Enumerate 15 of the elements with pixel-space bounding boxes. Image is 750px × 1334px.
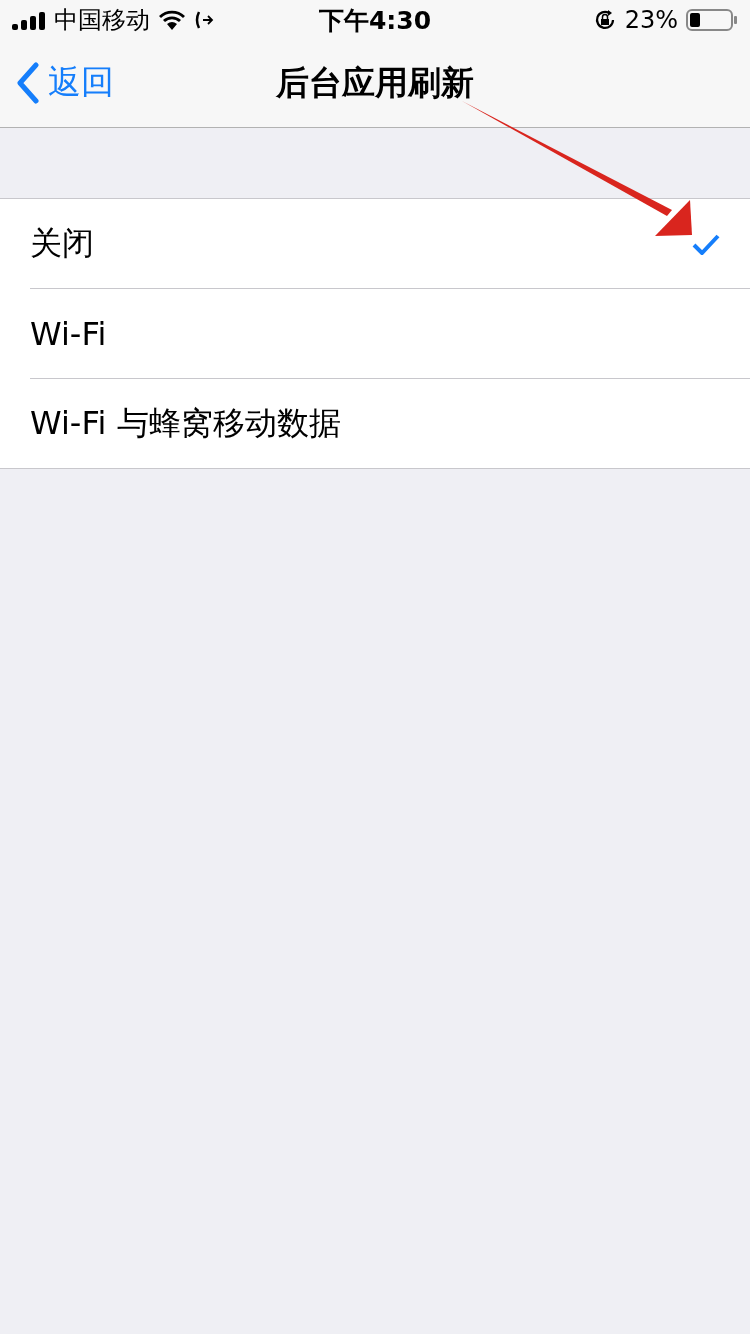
option-row[interactable]: Wi-Fi bbox=[30, 289, 750, 379]
page-title: 后台应用刷新 bbox=[276, 62, 474, 104]
status-time: 下午4:30 bbox=[318, 4, 432, 37]
battery-icon bbox=[686, 8, 738, 32]
option-label: Wi-Fi 与蜂窝移动数据 bbox=[30, 402, 342, 444]
option-row[interactable]: Wi-Fi 与蜂窝移动数据 bbox=[30, 379, 750, 468]
option-label: 关闭 bbox=[30, 222, 95, 264]
option-label: Wi-Fi bbox=[30, 314, 108, 353]
signal-icon bbox=[12, 10, 46, 30]
back-button[interactable]: 返回 bbox=[16, 60, 114, 105]
battery-percent: 23% bbox=[624, 6, 678, 34]
chevron-left-icon bbox=[16, 61, 40, 104]
wifi-icon bbox=[158, 10, 186, 30]
carrier-name: 中国移动 bbox=[54, 5, 150, 36]
call-forward-icon bbox=[194, 10, 214, 30]
